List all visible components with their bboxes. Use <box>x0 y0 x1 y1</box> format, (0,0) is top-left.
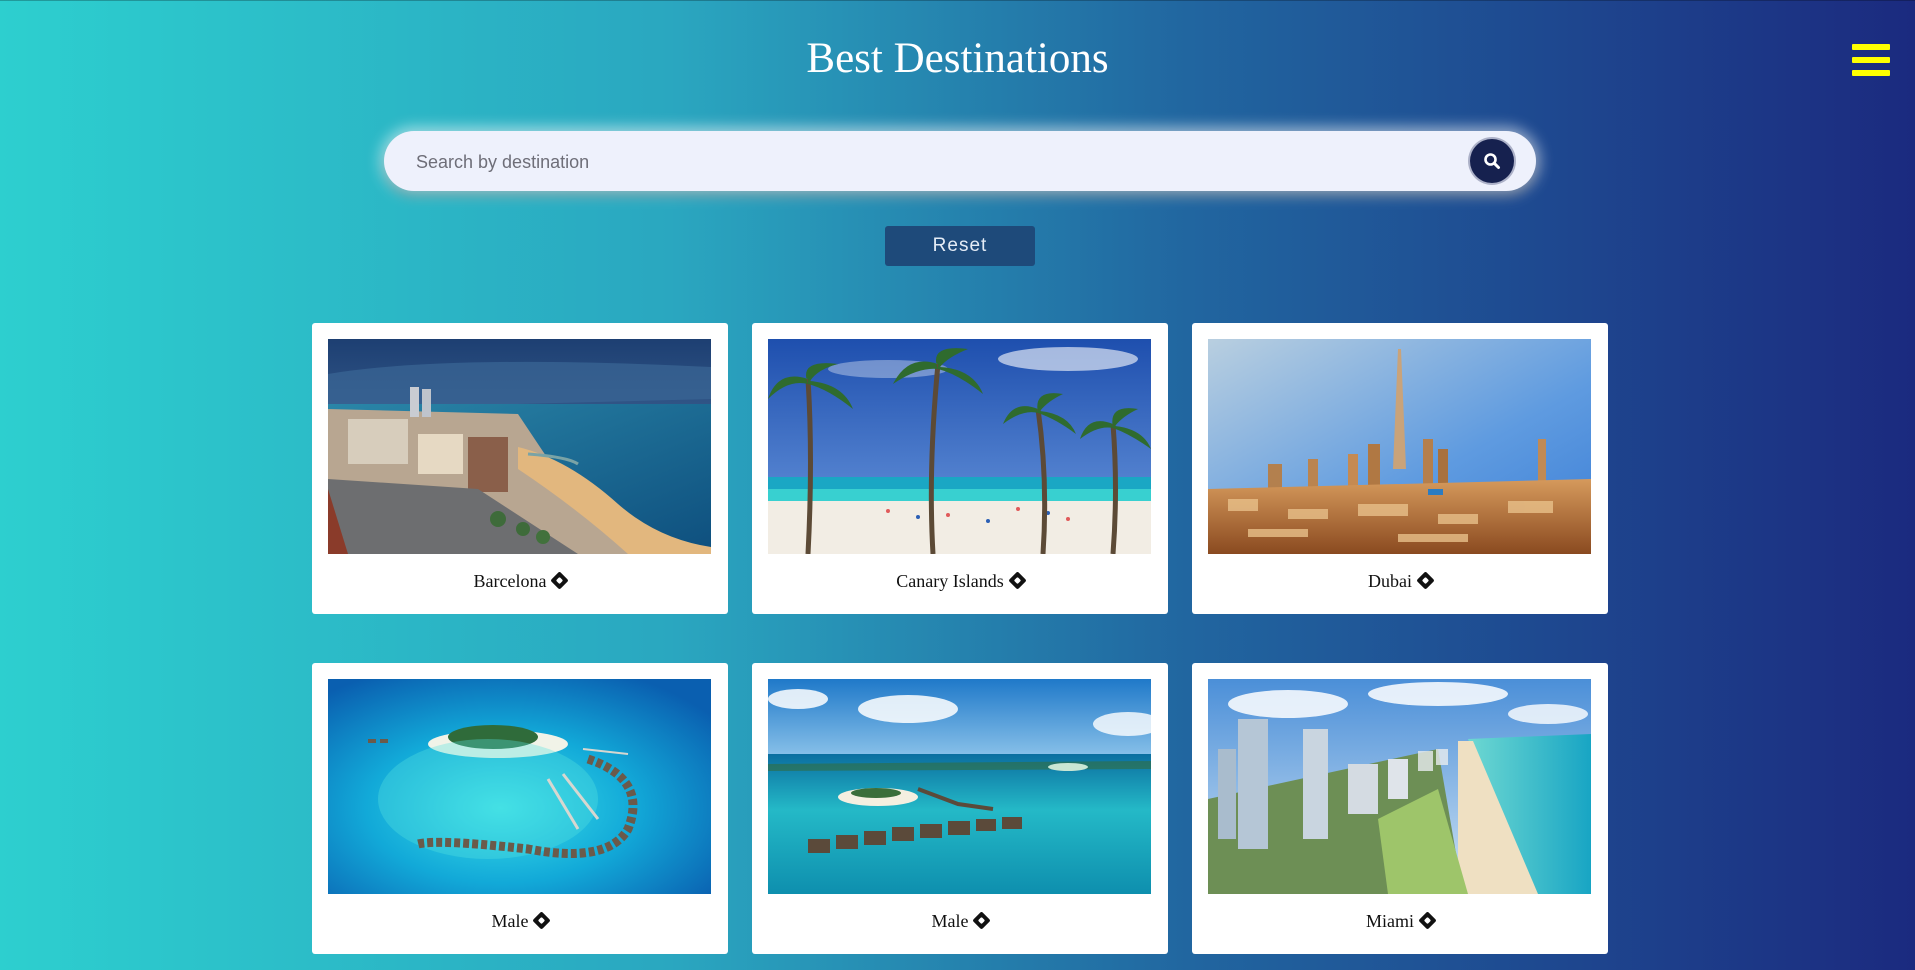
menu-bar <box>1852 44 1890 50</box>
destination-name: Dubai <box>1368 571 1412 591</box>
directions-sign-icon <box>550 571 570 590</box>
destination-name: Miami <box>1366 911 1414 931</box>
destination-label: Miami <box>1192 911 1608 932</box>
reset-button[interactable]: Reset <box>885 226 1035 266</box>
destination-name: Canary Islands <box>896 571 1004 591</box>
menu-bar <box>1852 57 1890 63</box>
directions-sign-icon <box>532 911 552 930</box>
menu-bar <box>1852 70 1890 76</box>
search-input[interactable] <box>414 143 1438 181</box>
destination-card[interactable]: Dubai <box>1192 323 1608 614</box>
destination-name: Male <box>491 911 529 931</box>
page-title: Best Destinations <box>806 35 1109 82</box>
destination-label: Canary Islands <box>752 571 1168 592</box>
destination-label: Barcelona <box>312 571 728 592</box>
destination-label: Dubai <box>1192 571 1608 592</box>
directions-sign-icon <box>1418 911 1437 930</box>
destination-card[interactable]: Canary Islands <box>752 323 1168 614</box>
destination-image[interactable] <box>328 339 711 554</box>
destination-image[interactable] <box>328 679 711 894</box>
directions-sign-icon <box>1008 571 1027 590</box>
top-border <box>0 0 1915 1</box>
destination-name: Barcelona <box>473 571 547 591</box>
hamburger-menu-icon[interactable] <box>1852 42 1890 82</box>
destination-card[interactable]: Miami <box>1192 663 1608 954</box>
search-button[interactable] <box>1470 139 1514 183</box>
destination-card[interactable]: Male <box>312 663 728 954</box>
destination-image[interactable] <box>1208 339 1591 554</box>
destination-card[interactable]: Male <box>752 663 1168 954</box>
destination-label: Male <box>752 911 1168 932</box>
destination-card[interactable]: Barcelona <box>312 323 728 614</box>
destination-image[interactable] <box>768 679 1151 894</box>
destination-label: Male <box>312 911 728 932</box>
destination-image[interactable] <box>768 339 1151 554</box>
directions-sign-icon <box>1416 571 1435 590</box>
destination-name: Male <box>931 911 969 931</box>
search-icon <box>1484 153 1500 169</box>
search-bar <box>384 131 1536 191</box>
directions-sign-icon <box>972 911 992 930</box>
destination-image[interactable] <box>1208 679 1591 894</box>
